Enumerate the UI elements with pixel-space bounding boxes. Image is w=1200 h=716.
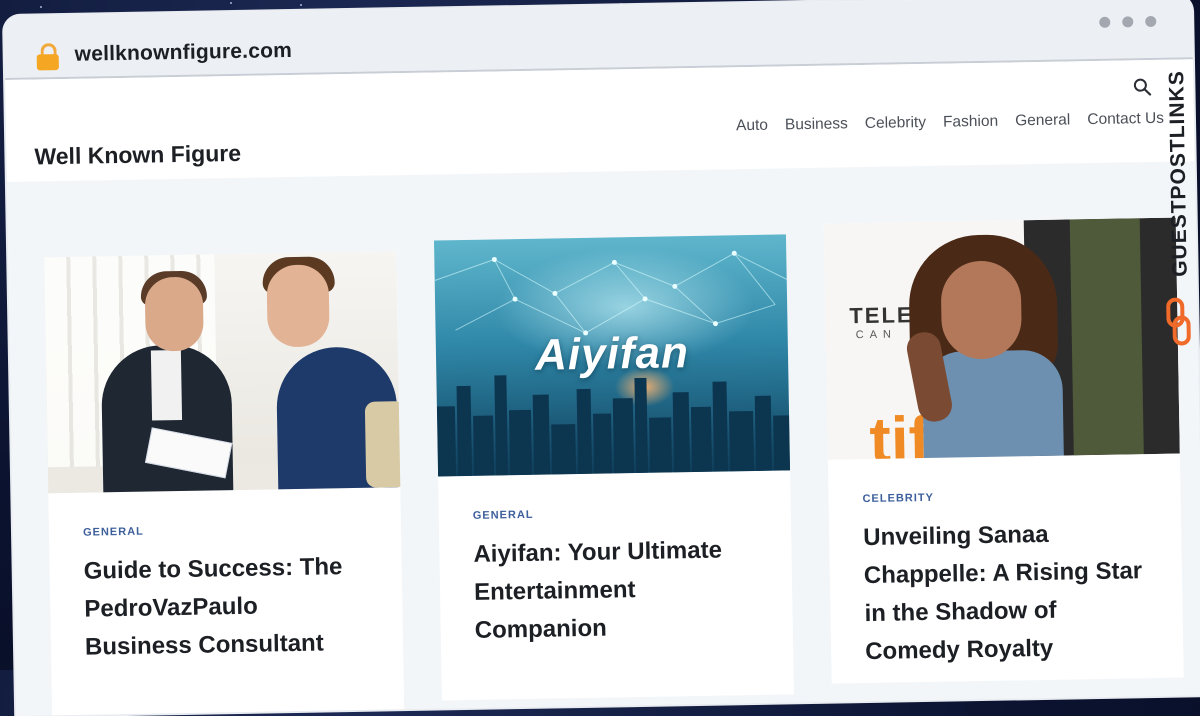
post-category[interactable]: GENERAL bbox=[83, 522, 369, 539]
post-card[interactable]: TELE CAN tif CELEBRITY Unveiling Sanaa C… bbox=[823, 217, 1184, 684]
post-thumbnail[interactable]: Aiyifan bbox=[433, 234, 791, 477]
post-category[interactable]: CELEBRITY bbox=[862, 488, 1148, 505]
nav-item-auto[interactable]: Auto bbox=[736, 117, 768, 136]
watermark-text: GUESTPOSTLINKS bbox=[1165, 70, 1192, 277]
nav-item-general[interactable]: General bbox=[1015, 111, 1070, 130]
nav-item-business[interactable]: Business bbox=[785, 115, 848, 134]
window-dot-icon bbox=[1145, 15, 1157, 28]
url-text[interactable]: wellknownfigure.com bbox=[74, 39, 292, 67]
post-card[interactable]: Aiyifan GENERAL Aiyifan: Your Ultimate E… bbox=[433, 234, 794, 701]
post-card[interactable]: GENERAL Guide to Success: The PedroVazPa… bbox=[44, 251, 405, 716]
browser-window: wellknownfigure.com Well Known Figure Au… bbox=[4, 0, 1200, 716]
chain-link-icon bbox=[1166, 297, 1191, 346]
post-thumbnail[interactable]: TELE CAN tif bbox=[823, 217, 1180, 460]
window-dot-icon bbox=[1122, 16, 1134, 28]
post-grid: GENERAL Guide to Success: The PedroVazPa… bbox=[6, 161, 1200, 716]
nav-item-fashion[interactable]: Fashion bbox=[943, 113, 998, 132]
window-dots bbox=[1087, 12, 1157, 32]
search-icon[interactable] bbox=[1133, 78, 1152, 96]
post-category[interactable]: GENERAL bbox=[473, 505, 759, 522]
post-thumbnail[interactable] bbox=[44, 251, 401, 494]
image-backdrop-text: CAN bbox=[855, 328, 898, 342]
main-nav: Auto Business Celebrity Fashion General … bbox=[736, 110, 1164, 135]
post-title[interactable]: Guide to Success: The PedroVazPaulo Busi… bbox=[83, 548, 371, 667]
window-dot-icon bbox=[1099, 16, 1111, 28]
lock-icon bbox=[36, 43, 59, 71]
image-overlay-text: Aiyifan bbox=[534, 328, 690, 380]
nav-item-contact[interactable]: Contact Us bbox=[1087, 110, 1164, 129]
site-brand[interactable]: Well Known Figure bbox=[34, 140, 241, 171]
nav-item-celebrity[interactable]: Celebrity bbox=[865, 114, 926, 133]
post-title[interactable]: Aiyifan: Your Ultimate Entertainment Com… bbox=[473, 531, 761, 650]
watermark: GUESTPOSTLINKS bbox=[1153, 53, 1198, 354]
image-backdrop-text: TELE bbox=[849, 302, 914, 329]
post-title[interactable]: Unveiling Sanaa Chappelle: A Rising Star… bbox=[863, 514, 1152, 671]
